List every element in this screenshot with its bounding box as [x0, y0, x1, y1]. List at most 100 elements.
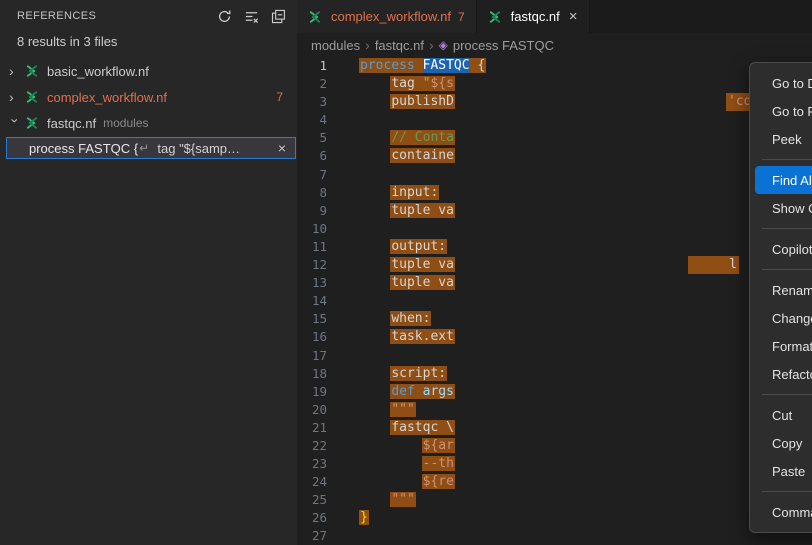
code-fragment: l: [688, 256, 739, 274]
reference-highlight: """: [390, 492, 415, 507]
tab-fastqc-nf[interactable]: fastqc.nf ×: [477, 0, 590, 33]
code-line: 25 """: [297, 491, 812, 509]
references-tree: ›basic_workflow.nf›complex_workflow.nf7›…: [0, 58, 297, 136]
results-summary: 8 results in 3 files: [0, 32, 297, 58]
menu-item-cut[interactable]: Cut: [755, 401, 812, 429]
code-text: when:: [359, 310, 431, 328]
code-text: """: [359, 491, 416, 509]
line-number: 17: [297, 347, 327, 365]
result-row[interactable]: process FASTQC { ↵ tag "${samp… ×: [6, 137, 296, 159]
code-text: output:: [359, 238, 447, 256]
chevron-icon: ›: [7, 118, 23, 134]
menu-item-label: Go to Definition: [772, 76, 812, 91]
line-number: 14: [297, 292, 327, 310]
file-row-basic-workflow-nf[interactable]: ›basic_workflow.nf: [0, 58, 297, 84]
reference-highlight: ${ar: [422, 438, 455, 453]
code-line: 18 script:: [297, 365, 812, 383]
code-line: 1 process FASTQC {: [297, 57, 812, 75]
menu-item-label: Paste: [772, 464, 805, 479]
line-number: 7: [297, 166, 327, 184]
file-row-complex-workflow-nf[interactable]: › complex_workflow.nf 7: [0, 84, 297, 110]
clear-all-icon[interactable]: [240, 5, 262, 27]
line-number: 27: [297, 527, 327, 545]
collapse-all-icon[interactable]: [267, 5, 289, 27]
menu-item-copy[interactable]: Copy: [755, 429, 812, 457]
menu-item-find-all-references[interactable]: Find All References⇧⌥F12: [755, 166, 812, 194]
file-description: modules: [103, 116, 148, 130]
menu-item-copilot[interactable]: Copilot›: [755, 235, 812, 263]
nextflow-icon: [25, 90, 42, 105]
breadcrumb: modules › fastqc.nf › ◈ process FASTQC: [297, 33, 812, 57]
menu-separator: [762, 228, 812, 229]
menu-item-change-all-occurrences[interactable]: Change All Occurrences⌘F2: [755, 304, 812, 332]
panel-toolbar: [213, 5, 289, 27]
menu-item-show-call-hierarchy[interactable]: Show Call Hierarchy⇧⌥H: [755, 194, 812, 222]
line-number: 11: [297, 238, 327, 256]
line-number: 23: [297, 455, 327, 473]
menu-item-label: Rename Symbol: [772, 283, 812, 298]
code-line: 24 ${re: [297, 473, 812, 491]
menu-item-peek[interactable]: Peek›: [755, 125, 812, 153]
code-text: tag "${s: [359, 75, 455, 93]
reference-highlight: process FASTQC {: [359, 58, 486, 73]
file-row-fastqc-nf[interactable]: › fastqc.nf modules: [0, 110, 297, 136]
code-line: 6 containe: [297, 147, 812, 165]
line-number: 6: [297, 147, 327, 165]
code-text: tuple va: [359, 256, 455, 274]
menu-item-label: Change All Occurrences: [772, 311, 812, 326]
menu-item-go-to-definition[interactable]: Go to Definition⌘F12: [755, 69, 812, 97]
tab-label: fastqc.nf: [511, 9, 560, 24]
menu-item-format-document[interactable]: Format Document⇧⌥F: [755, 332, 812, 360]
nextflow-icon: [25, 90, 39, 104]
reference-highlight: fastqc \: [390, 420, 455, 435]
reference-highlight: when:: [390, 311, 431, 326]
line-number: 1: [297, 57, 327, 75]
menu-item-go-to-references[interactable]: Go to References⇧F12: [755, 97, 812, 125]
line-number: 16: [297, 328, 327, 346]
breadcrumb-item-modules[interactable]: modules: [311, 38, 360, 53]
panel-title: REFERENCES: [17, 10, 213, 22]
code-text: task.ext: [359, 328, 455, 346]
close-icon[interactable]: ×: [569, 8, 578, 25]
code-line: 2 tag "${s: [297, 75, 812, 93]
code-editor[interactable]: 1process FASTQC {2 tag "${s3 publishD45 …: [297, 57, 812, 545]
menu-item-label: Refactor...: [772, 367, 812, 382]
chevron-right-icon: ›: [429, 37, 434, 53]
menu-item-refactor[interactable]: Refactor...^⇧R: [755, 360, 812, 388]
result-count-badge: 7: [276, 90, 283, 104]
menu-item-label: Copy: [772, 436, 802, 451]
refresh-icon[interactable]: [213, 5, 235, 27]
menu-item-rename-symbol[interactable]: Rename SymbolF2: [755, 276, 812, 304]
dismiss-result-icon[interactable]: ×: [274, 140, 290, 156]
code-text: process FASTQC {: [359, 57, 486, 75]
line-number: 19: [297, 383, 327, 401]
code-line: 20 """: [297, 401, 812, 419]
line-number: 13: [297, 274, 327, 292]
breadcrumb-item-symbol[interactable]: process FASTQC: [453, 38, 554, 53]
tab-complex-workflow-nf[interactable]: complex_workflow.nf7: [297, 0, 477, 33]
code-text: containe: [359, 147, 455, 165]
file-name: fastqc.nf: [47, 116, 96, 131]
menu-item-command-palette[interactable]: Command Palette...⇧⌘P: [755, 498, 812, 526]
breadcrumb-item-file[interactable]: fastqc.nf: [375, 38, 424, 53]
line-number: 10: [297, 220, 327, 238]
code-text: def args: [359, 383, 455, 401]
menu-item-paste[interactable]: Paste: [755, 457, 812, 485]
line-number: 2: [297, 75, 327, 93]
code-text: --th: [359, 455, 455, 473]
code-text: tuple va: [359, 202, 455, 220]
chevron-icon: ›: [9, 89, 25, 105]
line-number: 18: [297, 365, 327, 383]
reference-highlight: tuple va: [390, 257, 455, 272]
file-name: basic_workflow.nf: [47, 64, 149, 79]
line-number: 26: [297, 509, 327, 527]
code-text: publishD: [359, 93, 455, 111]
reference-highlight: --th: [422, 456, 455, 471]
code-text: """: [359, 401, 416, 419]
file-name: complex_workflow.nf: [47, 90, 167, 105]
return-symbol-icon: ↵: [139, 141, 149, 155]
nextflow-icon: [25, 64, 39, 78]
code-line: 11 output:: [297, 238, 812, 256]
line-number: 9: [297, 202, 327, 220]
reference-highlight: // Conta: [390, 130, 455, 145]
